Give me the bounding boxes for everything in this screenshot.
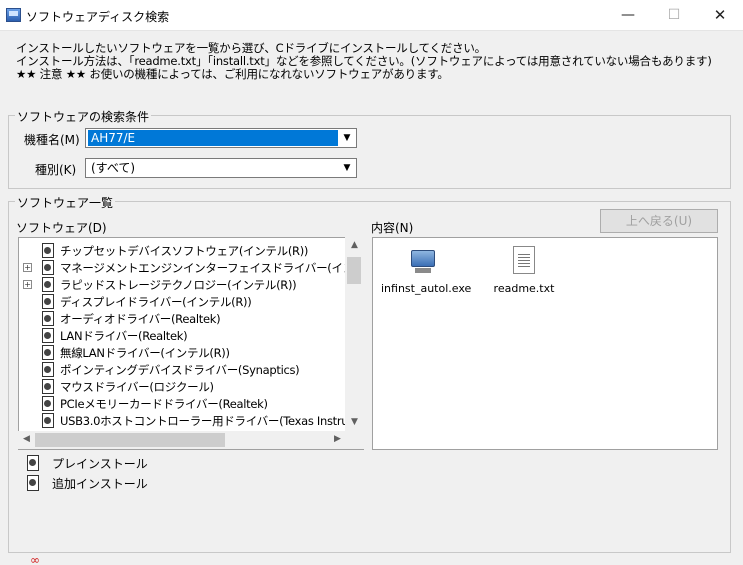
warning-line: ★★ 注意 ★★ お使いの機種によっては、ご利用になれないソフトウェアがあります… (16, 67, 449, 81)
close-button[interactable]: ✕ (697, 0, 743, 31)
tree-item[interactable]: 無線LANドライバー(インテル(R)) (19, 344, 349, 361)
title-bar: ソフトウェアディスク検索 — ☐ ✕ (0, 0, 743, 31)
tree-item-label: チップセットデバイスソフトウェア(インテル(R)) (60, 244, 309, 258)
disc-icon (41, 379, 54, 394)
text-file-icon (513, 246, 535, 274)
vertical-scroll-thumb[interactable] (347, 257, 361, 284)
disc-icon (41, 362, 54, 377)
tree-item[interactable]: + マネージメントエンジンインターフェイスドライバー(インテル(R)) (19, 259, 349, 276)
disc-icon (41, 277, 54, 292)
disc-icon (41, 311, 54, 326)
content-pane[interactable]: infinst_autol.exe readme.txt (372, 237, 718, 450)
type-select[interactable]: (すべて) ▼ (85, 158, 357, 178)
tree-item-label: マウスドライバー(ロジクール) (60, 380, 214, 394)
horizontal-scroll-thumb[interactable] (35, 433, 225, 447)
disc-icon (41, 396, 54, 411)
disc-icon (26, 455, 40, 471)
scroll-corner (346, 431, 364, 449)
window-title: ソフトウェアディスク検索 (26, 10, 170, 24)
up-button[interactable]: 上へ戻る(U) (600, 209, 718, 233)
add-install-label: 追加インストール (52, 477, 148, 491)
app-icon (6, 8, 21, 22)
chevron-down-icon[interactable]: ▼ (339, 130, 355, 146)
tree-item[interactable]: LANドライバー(Realtek) (19, 327, 349, 344)
expand-icon[interactable]: + (23, 280, 32, 289)
maximize-button[interactable]: ☐ (651, 0, 697, 31)
file-name: infinst_autol.exe (381, 282, 472, 295)
disc-icon (26, 475, 40, 491)
disc-icon (41, 413, 54, 428)
vertical-scrollbar[interactable]: ▲ ▼ (345, 237, 364, 433)
software-tree[interactable]: チップセットデバイスソフトウェア(インテル(R)) + マネージメントエンジンインタ… (18, 237, 364, 450)
horizontal-scrollbar[interactable]: ◀ ▶ (18, 431, 346, 449)
search-conditions-title: ソフトウェアの検索条件 (15, 108, 152, 125)
tree-item-label: PCIeメモリーカードドライバー(Realtek) (60, 397, 268, 411)
tree-item[interactable]: オーディオドライバー(Realtek) (19, 310, 349, 327)
scroll-down-icon[interactable]: ▼ (346, 417, 363, 427)
tree-item-label: オーディオドライバー(Realtek) (60, 312, 221, 326)
tree-item-label: 無線LANドライバー(インテル(R)) (60, 346, 230, 360)
tree-item[interactable]: ポインティングデバイスドライバー(Synaptics) (19, 361, 349, 378)
preinstall-label: プレインストール (52, 457, 148, 471)
expand-icon[interactable]: + (23, 263, 32, 272)
scroll-right-icon[interactable]: ▶ (329, 434, 346, 444)
model-select-value: AH77/E (88, 130, 338, 146)
tree-item-label: LANドライバー(Realtek) (60, 329, 188, 343)
tree-item-label: ポインティングデバイスドライバー(Synaptics) (60, 363, 300, 377)
file-item[interactable]: infinst_autol.exe (381, 246, 472, 296)
tree-item-label: マネージメントエンジンインターフェイスドライバー(インテル(R)) (60, 261, 349, 275)
computer-icon (407, 248, 437, 274)
tree-item-label: USB3.0ホストコントローラー用ドライバー(Texas Instruments… (60, 414, 349, 428)
disc-icon (41, 328, 54, 343)
content-label: 内容(N) (371, 221, 414, 235)
tree-item[interactable]: ディスプレイドライバー(インテル(R)) (19, 293, 349, 310)
disc-icon (41, 260, 54, 275)
tree-item-label: ディスプレイドライバー(インテル(R)) (60, 295, 252, 309)
scroll-left-icon[interactable]: ◀ (18, 434, 35, 444)
minimize-button[interactable]: — (605, 0, 651, 31)
software-list-title: ソフトウェア一覧 (15, 194, 116, 211)
disc-icon (41, 345, 54, 360)
file-name: readme.txt (493, 282, 555, 295)
file-item[interactable]: readme.txt (487, 246, 561, 296)
tree-item[interactable]: USB3.0ホストコントローラー用ドライバー(Texas Instruments… (19, 412, 349, 429)
tree-item[interactable]: マウスドライバー(ロジクール) (19, 378, 349, 395)
link-icon: ∞ (30, 553, 40, 565)
chevron-down-icon[interactable]: ▼ (339, 160, 355, 176)
tree-item[interactable]: チップセットデバイスソフトウェア(インテル(R)) (19, 242, 349, 259)
disc-icon (41, 243, 54, 258)
tree-item[interactable]: PCIeメモリーカードドライバー(Realtek) (19, 395, 349, 412)
scroll-up-icon[interactable]: ▲ (346, 240, 363, 250)
type-label: 種別(K) (35, 163, 77, 177)
tree-item[interactable]: + ラピッドストレージテクノロジー(インテル(R)) (19, 276, 349, 293)
disc-icon (41, 294, 54, 309)
software-label: ソフトウェア(D) (16, 221, 107, 235)
model-label: 機種名(M) (24, 133, 80, 147)
tree-item-label: ラピッドストレージテクノロジー(インテル(R)) (60, 278, 297, 292)
type-select-value: (すべて) (91, 161, 136, 175)
model-select[interactable]: AH77/E ▼ (85, 128, 357, 148)
